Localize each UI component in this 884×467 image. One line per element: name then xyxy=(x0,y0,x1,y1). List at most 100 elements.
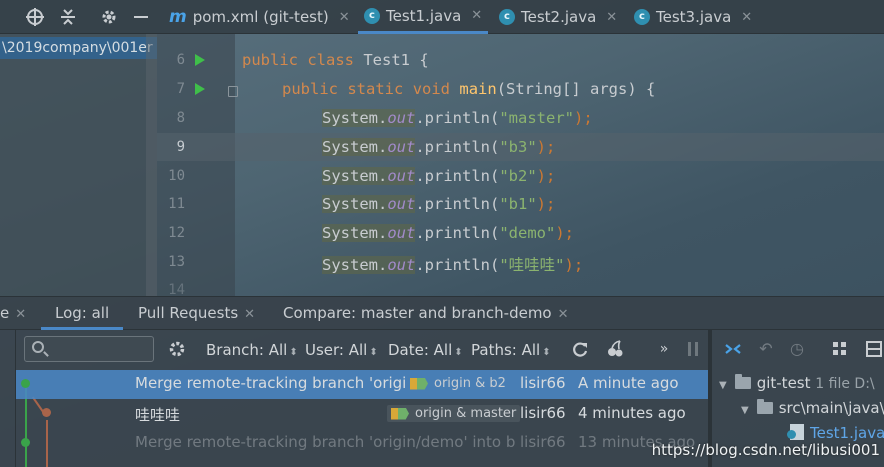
refs-label: origin & master xyxy=(415,406,517,421)
class-name: Test1 { xyxy=(354,51,429,69)
close-icon[interactable]: ✕ xyxy=(606,10,617,25)
system-ref: System. xyxy=(322,224,388,242)
run-class-icon[interactable] xyxy=(195,54,205,66)
commit-author: lisir66 xyxy=(520,433,566,451)
tab-test1-java[interactable]: c Test1.java ✕ xyxy=(358,0,488,34)
commit-node xyxy=(42,408,51,417)
commit-node xyxy=(21,379,30,388)
refs-label: origin & b2 xyxy=(434,376,506,391)
folder-path: src\main\java\ xyxy=(778,399,884,417)
changes-root[interactable]: ▼ git-test 1 file D:\ xyxy=(719,374,875,392)
collapse-icon[interactable] xyxy=(58,7,78,27)
log-search-input[interactable] xyxy=(24,336,154,362)
out-field: out xyxy=(387,195,416,213)
repo-name: git-test xyxy=(756,374,811,392)
tab-test2-java[interactable]: c Test2.java ✕ xyxy=(493,0,623,34)
gear-icon[interactable] xyxy=(99,7,119,27)
paths-filter[interactable]: Paths: All ⬍ xyxy=(471,341,551,359)
commit-date: A minute ago xyxy=(578,374,679,392)
tag-icon xyxy=(391,408,411,420)
code-line-13: System.out.println("哇哇哇"); xyxy=(322,253,583,275)
chevron-down-icon: ⬍ xyxy=(454,347,463,358)
project-scrollbar[interactable] xyxy=(146,34,157,296)
filter-label: Date: All xyxy=(388,341,453,359)
statement-end: ); xyxy=(564,256,584,274)
date-filter[interactable]: Date: All ⬍ xyxy=(388,341,463,359)
expand-triangle-icon: ▼ xyxy=(719,380,727,391)
group-by-icon[interactable] xyxy=(830,339,850,359)
close-icon[interactable]: ✕ xyxy=(244,307,255,322)
java-class-icon: c xyxy=(364,7,380,24)
tab-label: e xyxy=(0,304,10,322)
println-call: .println( xyxy=(415,109,500,127)
string-literal: "b1" xyxy=(499,195,537,213)
filter-label: User: All xyxy=(305,341,368,359)
java-file-icon xyxy=(787,424,804,440)
code-line-11: System.out.println("b1"); xyxy=(322,195,555,213)
tab-label: Log: all xyxy=(55,304,110,322)
close-icon[interactable]: ✕ xyxy=(558,307,569,322)
refresh-icon[interactable] xyxy=(570,339,590,359)
code-line-12: System.out.println("demo"); xyxy=(322,224,574,242)
close-icon[interactable]: ✕ xyxy=(339,10,350,25)
tab-pull-requests[interactable]: Pull Requests ✕ xyxy=(138,296,255,330)
maven-icon: m xyxy=(169,7,187,27)
project-path[interactable]: \2019company\001er xyxy=(0,37,157,59)
search-icon xyxy=(32,341,44,353)
history-icon[interactable]: ◷ xyxy=(787,339,807,359)
statement-end: ); xyxy=(536,195,556,213)
undo-icon[interactable]: ↶ xyxy=(756,339,776,359)
close-icon[interactable]: ✕ xyxy=(15,307,26,322)
system-ref: System. xyxy=(322,167,388,185)
string-literal: "b3" xyxy=(499,138,537,156)
expand-all-icon[interactable] xyxy=(723,339,743,359)
more-actions-icon[interactable]: » xyxy=(654,339,674,359)
commit-date: 4 minutes ago xyxy=(578,404,686,422)
tab-compare[interactable]: Compare: master and branch-demo ✕ xyxy=(283,296,569,330)
line-number: 11 xyxy=(168,196,185,212)
run-main-icon[interactable] xyxy=(195,83,205,95)
println-call: .println( xyxy=(415,138,500,156)
pause-icon[interactable] xyxy=(683,339,703,359)
tab-label: Pull Requests xyxy=(138,304,239,322)
out-field: out xyxy=(387,224,416,242)
tab-log-all[interactable]: Log: all xyxy=(41,296,124,330)
close-icon[interactable]: ✕ xyxy=(741,10,752,25)
chevron-down-icon: ⬍ xyxy=(542,347,551,358)
branch-filter[interactable]: Branch: All ⬍ xyxy=(206,341,298,359)
settings-gear-icon[interactable] xyxy=(167,339,187,359)
string-literal: "demo" xyxy=(499,224,556,242)
layout-icon[interactable] xyxy=(864,339,884,359)
statement-end: ); xyxy=(536,138,556,156)
keyword: public xyxy=(282,80,338,98)
code-line-8: System.out.println("master"); xyxy=(322,109,593,127)
system-ref: System. xyxy=(322,138,388,156)
out-field: out xyxy=(387,167,416,185)
changes-folder[interactable]: ▼ src\main\java\ xyxy=(741,399,884,417)
minimize-icon[interactable] xyxy=(131,7,151,27)
system-ref: System. xyxy=(322,195,388,213)
line-number: 7 xyxy=(176,81,185,97)
close-icon[interactable]: ✕ xyxy=(471,8,482,23)
system-ref: System. xyxy=(322,256,388,274)
tag-icon xyxy=(410,378,430,390)
cherry-pick-icon[interactable] xyxy=(605,339,625,359)
fold-icon[interactable] xyxy=(228,86,238,97)
tab-test3-java[interactable]: c Test3.java ✕ xyxy=(628,0,763,34)
keyword: class xyxy=(307,51,355,69)
tab-label: Test3.java xyxy=(656,8,732,26)
expand-triangle-icon: ▼ xyxy=(741,405,749,416)
statement-end: ); xyxy=(555,224,574,242)
println-call: .println( xyxy=(415,224,500,242)
user-filter[interactable]: User: All ⬍ xyxy=(305,341,378,359)
tab-label: Test2.java xyxy=(521,8,597,26)
target-icon[interactable] xyxy=(25,7,45,27)
string-literal: "master" xyxy=(499,109,574,127)
tab-pom-xml[interactable]: m pom.xml (git-test) ✕ xyxy=(163,0,353,34)
tab-previous[interactable]: e ✕ xyxy=(0,296,26,330)
tab-label: Compare: master and branch-demo xyxy=(283,304,552,322)
java-class-icon: c xyxy=(499,9,515,25)
commit-message: Merge remote-tracking branch 'origin/dem… xyxy=(135,433,515,451)
changes-file[interactable]: Test1.java xyxy=(787,424,884,442)
folder-icon xyxy=(756,399,773,414)
